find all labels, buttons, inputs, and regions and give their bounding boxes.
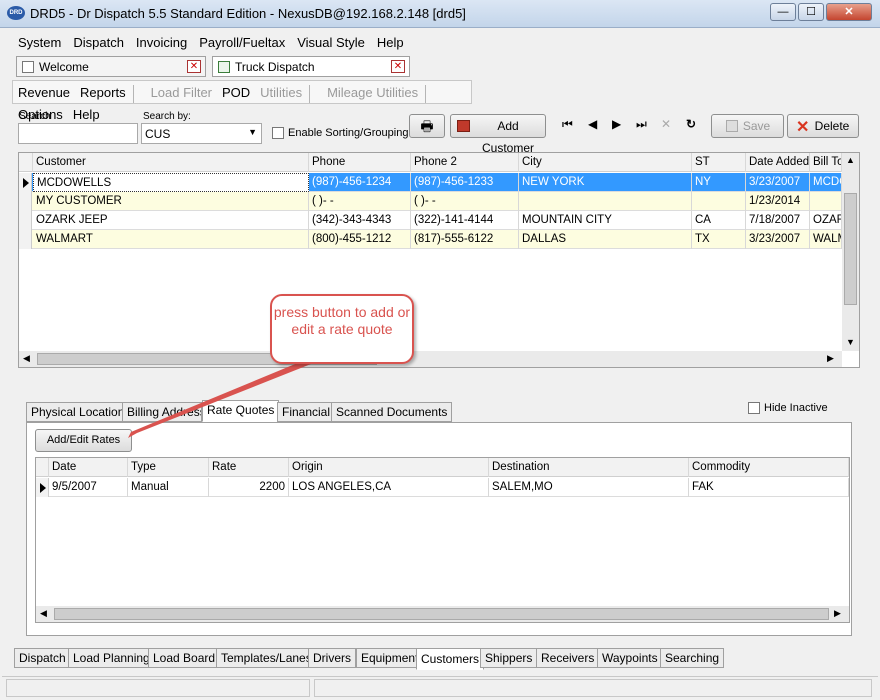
tab-templates-lanes[interactable]: Templates/Lanes bbox=[216, 648, 317, 668]
tab-waypoints[interactable]: Waypoints bbox=[597, 648, 663, 668]
tab-load-board[interactable]: Load Board bbox=[148, 648, 221, 668]
annotation-arrow bbox=[128, 362, 316, 438]
status-bar bbox=[2, 676, 878, 698]
status-panel bbox=[6, 679, 310, 697]
callout-pointer bbox=[128, 362, 316, 438]
callout-bubble: press button to add or edit a rate quote bbox=[270, 294, 414, 364]
tab-drivers[interactable]: Drivers bbox=[308, 648, 356, 668]
tab-searching[interactable]: Searching bbox=[660, 648, 725, 668]
tab-load-planning[interactable]: Load Planning bbox=[68, 648, 155, 668]
status-panel bbox=[314, 679, 872, 697]
tab-customers[interactable]: Customers bbox=[416, 648, 485, 670]
module-tabs: Dispatch Load Planning Load Board Templa… bbox=[14, 648, 874, 670]
tab-shippers[interactable]: Shippers bbox=[480, 648, 538, 668]
tab-equipment[interactable]: Equipment bbox=[356, 648, 424, 668]
tab-dispatch[interactable]: Dispatch bbox=[14, 648, 71, 668]
tab-receivers[interactable]: Receivers bbox=[536, 648, 600, 668]
